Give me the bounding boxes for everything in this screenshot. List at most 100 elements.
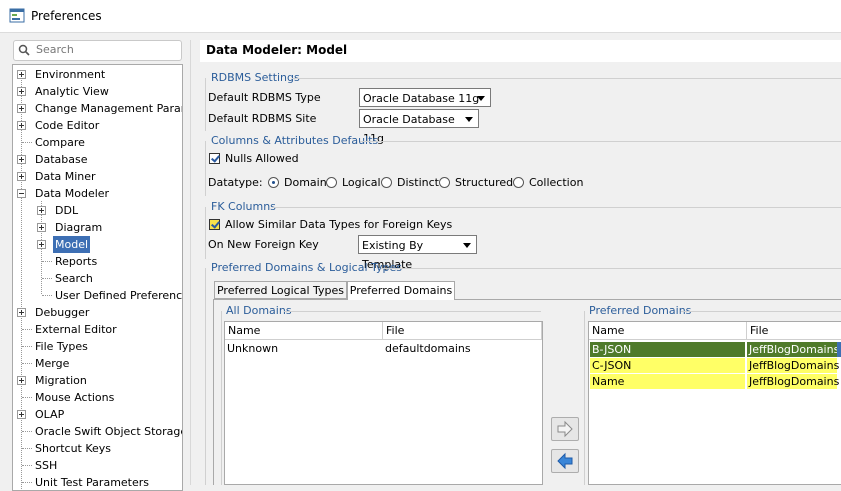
collapse-icon[interactable] xyxy=(17,189,26,198)
tree-connector xyxy=(22,482,32,483)
columns-section-title: Columns & Attributes Defaults xyxy=(211,134,379,147)
column-header-name[interactable]: Name xyxy=(225,322,383,340)
expand-icon[interactable] xyxy=(17,410,26,419)
search-input[interactable]: Search xyxy=(13,40,182,61)
expand-icon[interactable] xyxy=(37,240,46,249)
tree-item-search[interactable]: Search xyxy=(13,270,182,287)
tree-item-file-types[interactable]: File Types xyxy=(13,338,182,355)
datatype-structured-radio[interactable] xyxy=(439,177,450,188)
cell-file: JeffBlogDomains xyxy=(747,342,840,357)
tab-preferred-logical-types[interactable]: Preferred Logical Types xyxy=(214,281,347,299)
section-divider xyxy=(681,311,841,312)
section-divider xyxy=(381,268,841,269)
datatype-logical-radio[interactable] xyxy=(326,177,337,188)
on-new-fk-select[interactable]: Existing By Template xyxy=(358,235,477,271)
preferred-domains-table[interactable]: Name File B-JSON JeffBlogDomains C-JSON … xyxy=(588,321,841,485)
tree-item-data-miner[interactable]: Data Miner xyxy=(13,168,182,185)
expand-icon[interactable] xyxy=(17,87,26,96)
tree-connector xyxy=(42,278,52,279)
tree-item-external-editor[interactable]: External Editor xyxy=(13,321,182,338)
tree-item-database[interactable]: Database xyxy=(13,151,182,168)
tree-item-migration[interactable]: Migration xyxy=(13,372,182,389)
tree-item-ddl[interactable]: DDL xyxy=(13,202,182,219)
splitter[interactable] xyxy=(190,40,191,485)
tab-label: Preferred Logical Types xyxy=(216,284,345,297)
tree-item-reports[interactable]: Reports xyxy=(13,253,182,270)
tree-item-label: Mouse Actions xyxy=(35,391,115,404)
add-domain-button[interactable] xyxy=(551,417,579,441)
tree-item-label: Change Management Paramet xyxy=(35,102,182,115)
section-divider xyxy=(292,78,841,79)
section-border xyxy=(221,311,222,485)
cell-name: C-JSON xyxy=(590,358,745,373)
tree-item-debugger[interactable]: Debugger xyxy=(13,304,182,321)
allow-similar-types-checkbox[interactable] xyxy=(209,219,220,230)
expand-icon[interactable] xyxy=(17,376,26,385)
title-bar: Preferences xyxy=(0,0,841,33)
tree-item-analytic-view[interactable]: Analytic View xyxy=(13,83,182,100)
rdbms-site-label: Default RDBMS Site xyxy=(208,112,317,125)
tree-item-oracle-swift[interactable]: Oracle Swift Object Storage xyxy=(13,423,182,440)
expand-icon[interactable] xyxy=(17,121,26,130)
table-row[interactable]: B-JSON JeffBlogDomains xyxy=(589,342,841,358)
expand-icon[interactable] xyxy=(17,172,26,181)
rdbms-type-select[interactable]: Oracle Database 11g xyxy=(359,88,491,107)
tree-item-label: Compare xyxy=(35,136,85,149)
cell-name: Unknown xyxy=(227,342,279,355)
table-row[interactable]: C-JSON JeffBlogDomains xyxy=(589,358,841,374)
datatype-collection-radio[interactable] xyxy=(513,177,524,188)
tree-connector xyxy=(22,397,32,398)
column-header-name[interactable]: Name xyxy=(589,322,747,340)
tree-item-mouse-actions[interactable]: Mouse Actions xyxy=(13,389,182,406)
nulls-allowed-label: Nulls Allowed xyxy=(225,152,299,165)
preferences-tree[interactable]: Environment Analytic View Change Managem… xyxy=(12,64,183,491)
tree-item-model[interactable]: Model xyxy=(13,236,182,253)
rdbms-type-label: Default RDBMS Type xyxy=(208,91,321,104)
tree-item-label: Debugger xyxy=(35,306,90,319)
expand-icon[interactable] xyxy=(17,155,26,164)
tree-item-shortcut-keys[interactable]: Shortcut Keys xyxy=(13,440,182,457)
expand-icon[interactable] xyxy=(17,104,26,113)
tree-item-diagram[interactable]: Diagram xyxy=(13,219,182,236)
expand-icon[interactable] xyxy=(17,308,26,317)
tree-item-unit-test-parameters[interactable]: Unit Test Parameters xyxy=(13,474,182,490)
column-header-file[interactable]: File xyxy=(747,322,841,340)
tree-connector xyxy=(22,329,32,330)
remove-domain-button[interactable] xyxy=(551,449,579,473)
tree-connector xyxy=(42,295,52,296)
window-title: Preferences xyxy=(31,9,102,23)
tree-item-change-management[interactable]: Change Management Paramet xyxy=(13,100,182,117)
tree-item-data-modeler[interactable]: Data Modeler xyxy=(13,185,182,202)
preferred-domains-title: Preferred Domains xyxy=(589,304,692,317)
datatype-domain-radio[interactable] xyxy=(268,177,279,188)
tree-item-environment[interactable]: Environment xyxy=(13,66,182,83)
nulls-allowed-checkbox[interactable] xyxy=(209,153,220,164)
tree-item-user-defined-preferences[interactable]: User Defined Preferences xyxy=(13,287,182,304)
allow-similar-types-label: Allow Similar Data Types for Foreign Key… xyxy=(225,218,453,231)
tree-item-compare[interactable]: Compare xyxy=(13,134,182,151)
all-domains-table[interactable]: Name File Unknown defaultdomains xyxy=(224,321,543,485)
tree-item-label: External Editor xyxy=(35,323,117,336)
section-divider xyxy=(360,141,841,142)
section-border xyxy=(205,141,206,196)
cell-name: B-JSON xyxy=(590,342,745,357)
cell-file: JeffBlogDomains xyxy=(747,358,840,373)
datatype-distinct-label: Distinct xyxy=(397,176,439,189)
expand-icon[interactable] xyxy=(37,223,46,232)
tree-item-label: Environment xyxy=(35,68,106,81)
tree-item-merge[interactable]: Merge xyxy=(13,355,182,372)
table-row[interactable]: Name JeffBlogDomains xyxy=(589,374,841,390)
arrow-right-icon xyxy=(557,420,573,438)
column-header-file[interactable]: File xyxy=(383,322,542,340)
active-tab-gap xyxy=(348,298,454,300)
rdbms-site-select[interactable]: Oracle Database 11g xyxy=(359,109,479,145)
tree-item-code-editor[interactable]: Code Editor xyxy=(13,117,182,134)
tree-item-olap[interactable]: OLAP xyxy=(13,406,182,423)
datatype-distinct-radio[interactable] xyxy=(381,177,392,188)
table-row[interactable]: Unknown defaultdomains xyxy=(225,341,542,357)
expand-icon[interactable] xyxy=(37,206,46,215)
expand-icon[interactable] xyxy=(17,70,26,79)
tree-connector xyxy=(22,448,32,449)
tree-item-label: Code Editor xyxy=(35,119,100,132)
tree-item-ssh[interactable]: SSH xyxy=(13,457,182,474)
